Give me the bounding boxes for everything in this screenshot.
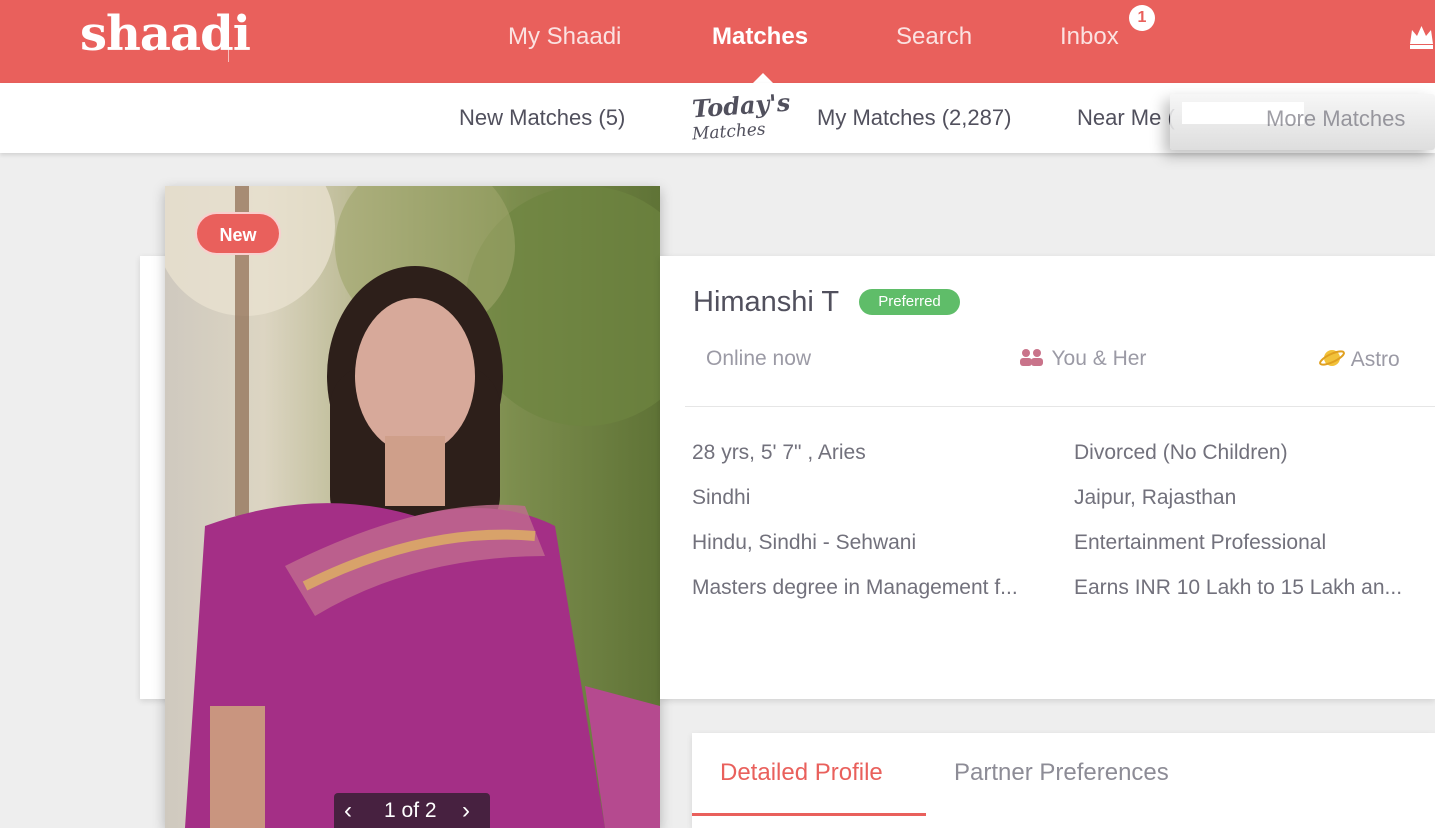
profile-photo[interactable]: [165, 186, 660, 828]
detail-religion-caste: Hindu, Sindhi - Sehwani: [692, 531, 917, 554]
detail-education: Masters degree in Management f...: [692, 576, 1018, 599]
detail-community: Sindhi: [692, 486, 751, 509]
chevron-left-icon[interactable]: ‹: [344, 797, 352, 825]
todays-matches-subtitle: Matches: [691, 119, 767, 145]
nav-matches[interactable]: Matches: [712, 23, 808, 51]
astro-label: Astro: [1350, 348, 1400, 371]
subnav-todays-matches[interactable]: Today's Matches: [690, 88, 791, 147]
tab-detailed-profile[interactable]: Detailed Profile: [720, 759, 883, 787]
crown-icon[interactable]: [1408, 22, 1435, 50]
detail-age-height-sign: 28 yrs, 5' 7" , Aries: [692, 441, 866, 464]
photo-count: 1 of 2: [384, 799, 437, 822]
logo-divider: [228, 40, 235, 62]
info-divider: [685, 406, 1435, 407]
new-profile-badge: New: [195, 212, 281, 255]
photo-pager: ‹ 1 of 2 ›: [334, 793, 490, 828]
people-icon: [1020, 349, 1043, 366]
profile-name[interactable]: Himanshi T: [693, 286, 839, 319]
tab-partner-preferences[interactable]: Partner Preferences: [954, 759, 1169, 787]
inbox-count-badge: 1: [1129, 5, 1155, 31]
nav-my-shaadi[interactable]: My Shaadi: [508, 23, 621, 51]
subnav-new-matches[interactable]: New Matches (5): [459, 105, 625, 131]
profile-tabs: Detailed Profile Partner Preferences: [692, 733, 1435, 828]
obscured-overlay: More Matches: [1170, 94, 1435, 150]
detail-profession: Entertainment Professional: [1074, 531, 1327, 554]
you-and-her-link[interactable]: You & Her: [1018, 347, 1146, 371]
planet-icon: [1319, 350, 1345, 366]
subnav-my-matches[interactable]: My Matches (2,287): [817, 105, 1011, 131]
shaadi-logo[interactable]: shaadi: [80, 6, 251, 62]
detail-location: Jaipur, Rajasthan: [1074, 486, 1237, 509]
chevron-right-icon[interactable]: ›: [462, 797, 470, 825]
profile-photo-illustration: [165, 186, 660, 828]
detail-marital-status: Divorced (No Children): [1074, 441, 1288, 464]
active-nav-caret: [753, 73, 773, 83]
matches-subnav: New Matches (5) Today's Matches My Match…: [0, 83, 1435, 153]
subnav-more-matches[interactable]: More Matches: [1266, 106, 1405, 132]
detail-income: Earns INR 10 Lakh to 15 Lakh an...: [1074, 576, 1403, 599]
astro-link[interactable]: Astro: [1318, 347, 1400, 372]
preferred-badge: Preferred: [859, 289, 960, 315]
subnav-near-me[interactable]: Near Me (: [1077, 105, 1175, 131]
online-status: Online now: [706, 347, 812, 370]
profile-info-card: Himanshi T Preferred Online now You & He…: [660, 256, 1435, 699]
nav-inbox[interactable]: Inbox: [1060, 23, 1119, 51]
nav-search[interactable]: Search: [896, 23, 972, 51]
top-navigation-bar: shaadi My Shaadi Matches Search Inbox 1: [0, 0, 1435, 83]
active-tab-underline: [692, 813, 926, 816]
todays-matches-title: Today's: [691, 87, 792, 124]
you-and-her-label: You & Her: [1051, 347, 1147, 370]
